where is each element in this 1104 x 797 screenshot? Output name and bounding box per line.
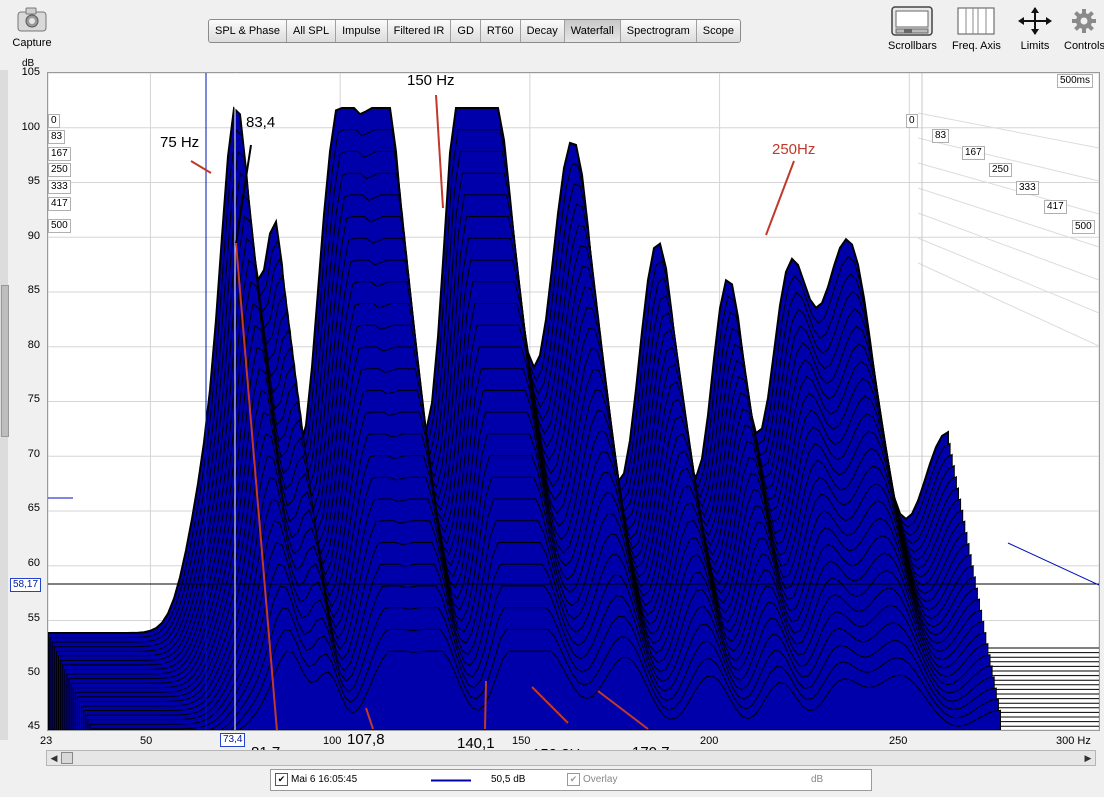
y-tick: 100	[21, 121, 40, 133]
scroll-left-arrow-icon[interactable]: ◀	[48, 752, 60, 764]
annotation-150hz: 150 Hz	[407, 72, 455, 89]
tab-scope[interactable]: Scope	[696, 20, 740, 42]
time-label-left: 250	[48, 163, 71, 177]
trace-label: Mai 6 16:05:45	[291, 774, 358, 785]
scrollbars-label: Scrollbars	[888, 40, 937, 52]
capture-button[interactable]: Capture	[10, 6, 54, 49]
legend-unit: dB	[811, 774, 824, 785]
controls-label: Controls	[1064, 40, 1104, 52]
freq-axis-icon	[957, 7, 995, 35]
time-label-right: 333	[1016, 181, 1039, 195]
time-label-left: 417	[48, 197, 71, 211]
cursor-x-readout: 73,4	[220, 733, 246, 747]
trace-color-swatch	[431, 779, 471, 782]
trace-level: 50,5 dB	[491, 774, 526, 785]
tab-spl-phase[interactable]: SPL & Phase	[209, 20, 288, 42]
tab-decay[interactable]: Decay	[520, 20, 565, 42]
x-tick: 50	[140, 735, 153, 747]
tab-rt60[interactable]: RT60	[480, 20, 521, 42]
perspective-line	[917, 187, 1099, 248]
annotation-line	[765, 160, 795, 236]
x-tick: 23	[40, 735, 53, 747]
annotation-83-4: 83,4	[246, 114, 276, 131]
freq-axis-label: Freq. Axis	[952, 40, 1001, 52]
scrollbars-button[interactable]: Scrollbars	[888, 6, 937, 52]
time-label-left: 0	[48, 114, 60, 128]
x-tick: 150	[512, 735, 531, 747]
controls-button[interactable]: Controls	[1064, 6, 1104, 52]
scroll-right-arrow-icon[interactable]: ▶	[1082, 752, 1094, 764]
y-tick: 60	[27, 557, 40, 569]
annotation-line	[484, 680, 487, 730]
trace-checkbox[interactable]: ✔	[275, 773, 288, 786]
y-tick: 75	[27, 393, 40, 405]
annotation-line	[190, 160, 212, 174]
time-label-right: 83	[932, 129, 950, 143]
tab-gd[interactable]: GD	[451, 20, 481, 42]
waterfall-slices	[48, 106, 1001, 730]
y-tick: 105	[21, 66, 40, 78]
time-label-right: 500	[1072, 220, 1095, 234]
limits-button[interactable]: Limits	[1016, 6, 1054, 52]
y-tick: 90	[27, 230, 40, 242]
cursor-blue-line	[1007, 542, 1099, 586]
x-tick: 100	[323, 735, 342, 747]
trace-legend: ✔ Mai 6 16:05:45 50,5 dB ✔ Overlay dB	[270, 769, 872, 791]
x-tick: 250	[889, 735, 908, 747]
horizontal-scroll-thumb[interactable]	[61, 752, 73, 764]
gear-icon	[1072, 9, 1097, 33]
time-label-left: 333	[48, 180, 71, 194]
annotation-75hz: 75 Hz	[160, 134, 200, 151]
time-label-left: 167	[48, 147, 71, 161]
graph-tabs: SPL & Phase All SPL Impulse Filtered IR …	[208, 19, 741, 43]
horizontal-scrollbar[interactable]: ◀ ▶	[46, 750, 1096, 766]
y-tick: 80	[27, 339, 40, 351]
limits-icon	[1018, 7, 1052, 35]
scrollbars-icon	[891, 6, 934, 36]
time-label-right: 417	[1044, 200, 1067, 214]
vertical-scroll-thumb[interactable]	[1, 285, 9, 437]
capture-label: Capture	[12, 37, 52, 49]
cursor-y-readout: 58,17	[10, 578, 42, 592]
tab-all-spl[interactable]: All SPL	[287, 20, 337, 42]
tab-spectrogram[interactable]: Spectrogram	[620, 20, 697, 42]
tab-filtered-ir[interactable]: Filtered IR	[387, 20, 452, 42]
overlay-label: Overlay	[583, 774, 618, 785]
y-tick: 50	[27, 666, 40, 678]
annotation-line	[435, 94, 444, 209]
camera-icon	[17, 7, 47, 32]
annotation-250hz: 250Hz	[772, 141, 816, 158]
vertical-scrollbar[interactable]	[0, 70, 9, 740]
freq-axis-button[interactable]: Freq. Axis	[952, 6, 1001, 52]
waterfall-plot[interactable]	[47, 72, 1100, 731]
y-tick: 45	[27, 720, 40, 732]
overlay-checkbox[interactable]: ✔	[567, 773, 580, 786]
tab-waterfall[interactable]: Waterfall	[564, 20, 621, 42]
y-tick: 95	[27, 175, 40, 187]
y-tick: 55	[27, 612, 40, 624]
time-label-right: 0	[906, 114, 918, 128]
x-tick: 300 Hz	[1056, 735, 1091, 747]
y-tick: 70	[27, 448, 40, 460]
annotation-107-8: 107,8	[347, 731, 385, 748]
time-end-label: 500ms	[1057, 74, 1094, 88]
waterfall-chart	[48, 73, 1099, 730]
tab-impulse[interactable]: Impulse	[336, 20, 388, 42]
time-label-right: 167	[962, 146, 985, 160]
time-label-right: 250	[989, 163, 1012, 177]
x-tick: 200	[700, 735, 719, 747]
limits-label: Limits	[1020, 40, 1050, 52]
time-label-left: 500	[48, 219, 71, 233]
y-tick: 85	[27, 284, 40, 296]
time-label-left: 83	[48, 130, 66, 144]
y-tick: 65	[27, 502, 40, 514]
